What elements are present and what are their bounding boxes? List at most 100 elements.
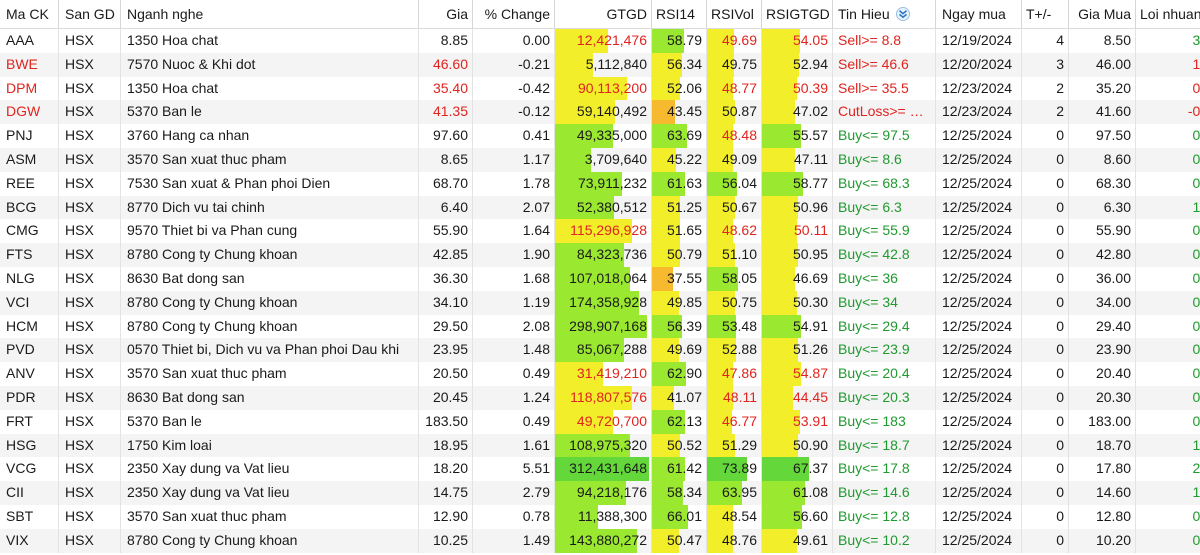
cell-rsivol-value: 49.75 — [721, 55, 757, 72]
cell-rsigtgd: 61.08 — [762, 481, 833, 505]
header-rsigtgd[interactable]: RSIGTGD — [762, 0, 833, 28]
header-change[interactable]: % Change — [473, 0, 555, 28]
cell-gia: 35.40 — [419, 76, 473, 101]
table-row[interactable]: HSG HSX 1750 Kim loai 18.95 1.61 108,975,320 5… — [0, 433, 1200, 458]
header-gia-mua[interactable]: Gia Mua — [1069, 0, 1136, 28]
cell-change: -0.21 — [473, 52, 555, 77]
cell-rsigtgd-value: 46.69 — [792, 269, 828, 286]
table-row[interactable]: BWE HSX 7570 Nuoc & Khi dot 46.60 -0.21 5,112… — [0, 52, 1200, 77]
cell-gtgd-value: 49,335,000 — [576, 127, 647, 144]
cell-t: 0 — [1022, 433, 1069, 458]
table-row[interactable]: VCG HSX 2350 Xay dung va Vat lieu 18.20 5.51… — [0, 457, 1200, 482]
header-rsivol[interactable]: RSIVol — [707, 0, 762, 28]
table-row[interactable]: ANV HSX 3570 San xuat thuc pham 20.50 0.49 31… — [0, 362, 1200, 386]
table-row[interactable]: FTS HSX 8780 Cong ty Chung khoan 42.85 1.90 8… — [0, 243, 1200, 267]
table-row[interactable]: SBT HSX 3570 San xuat thuc pham 12.90 0.78 11… — [0, 504, 1200, 529]
cell-change: 1.90 — [473, 243, 555, 267]
table-row[interactable]: CMG HSX 9570 Thiet bi va Phan cung 55.90 1.6… — [0, 219, 1200, 244]
header-nganh-nghe[interactable]: Nganh nghe — [121, 0, 419, 28]
cell-rsigtgd: 50.95 — [762, 243, 833, 267]
cell-rsi14: 37.55 — [652, 266, 707, 291]
header-tin-hieu[interactable]: Tin Hieu — [833, 0, 936, 28]
cell-rsigtgd-value: 49.61 — [792, 531, 828, 548]
cell-gia-mua: 12.80 — [1069, 504, 1136, 529]
table-row[interactable]: DPM HSX 1350 Hoa chat 35.40 -0.42 90,113,200 5… — [0, 76, 1200, 101]
header-ma-ck[interactable]: Ma CK — [0, 0, 59, 28]
cell-rsigtgd-value: 50.30 — [792, 293, 828, 310]
cell-ma-ck: CMG — [0, 219, 59, 244]
cell-loi-nhuan: 1.3 — [1192, 55, 1200, 72]
header-ngay-mua[interactable]: Ngay mua — [936, 0, 1022, 28]
cell-gia: 68.70 — [419, 171, 473, 196]
table-row[interactable]: CII HSX 2350 Xay dung va Vat lieu 14.75 2.79… — [0, 481, 1200, 505]
cell-rsi14: 62.90 — [652, 362, 707, 386]
cell-gia: 29.50 — [419, 314, 473, 339]
cell-ngay-mua: 12/25/2024 — [936, 362, 1022, 386]
cell-ngay-mua: 12/20/2024 — [936, 52, 1022, 77]
cell-nganh-nghe: 8630 Bat dong san — [121, 385, 419, 410]
table-row[interactable]: PVD HSX 0570 Thiet bi, Dich vu va Phan pho… — [0, 338, 1200, 363]
cell-loi-nhuan: -0.4 — [1187, 103, 1200, 120]
cell-gia-mua: 34.00 — [1069, 290, 1136, 315]
cell-loi-nhuan: 0.8 — [1192, 269, 1200, 286]
cell-gia-mua: 183.00 — [1069, 409, 1136, 434]
cell-t: 0 — [1022, 243, 1069, 267]
header-gtgd[interactable]: GTGD — [555, 0, 652, 28]
cell-gtgd-value: 5,112,840 — [585, 55, 647, 72]
cell-rsivol-value: 48.76 — [721, 531, 757, 548]
cell-rsi14: 62.13 — [652, 409, 707, 434]
table-row[interactable]: DGW HSX 5370 Ban le 41.35 -0.12 59,140,492 43.… — [0, 100, 1200, 125]
cell-rsi14: 56.39 — [652, 314, 707, 339]
cell-nganh-nghe: 5370 Ban le — [121, 409, 419, 434]
table-row[interactable]: AAA HSX 1350 Hoa chat 8.85 0.00 12,421,476 58.… — [0, 29, 1200, 53]
table-row[interactable]: VCI HSX 8780 Cong ty Chung khoan 34.10 1.19 1… — [0, 290, 1200, 315]
cell-san-gd: HSX — [59, 457, 121, 482]
table-row[interactable]: PDR HSX 8630 Bat dong san 20.45 1.24 118,807,… — [0, 385, 1200, 410]
cell-loi-nhuan: 1.3 — [1192, 436, 1200, 453]
table-row[interactable]: REE HSX 7530 San xuat & Phan phoi Dien 68.7… — [0, 171, 1200, 196]
cell-t: 0 — [1022, 290, 1069, 315]
table-row[interactable]: ASM HSX 3570 San xuat thuc pham 8.65 1.17 3,7… — [0, 147, 1200, 172]
cell-t: 0 — [1022, 385, 1069, 410]
header-rsi14[interactable]: RSI14 — [652, 0, 707, 28]
table-row[interactable]: NLG HSX 8630 Bat dong san 36.30 1.68 107,018,… — [0, 266, 1200, 291]
table-row[interactable]: FRT HSX 5370 Ban le 183.50 0.49 49,720,700 62.… — [0, 409, 1200, 434]
cell-rsigtgd-value: 50.90 — [792, 436, 828, 453]
cell-san-gd: HSX — [59, 76, 121, 101]
cell-rsivol: 48.48 — [707, 124, 762, 148]
double-chevron-down-icon[interactable] — [895, 7, 910, 21]
cell-san-gd: HSX — [59, 219, 121, 244]
cell-rsivol: 48.77 — [707, 76, 762, 101]
cell-rsigtgd-value: 44.45 — [792, 388, 828, 405]
table-row[interactable]: HCM HSX 8780 Cong ty Chung khoan 29.50 2.08 2… — [0, 314, 1200, 339]
cell-ngay-mua: 12/25/2024 — [936, 409, 1022, 434]
cell-rsigtgd-value: 61.08 — [792, 484, 828, 501]
cell-gia-mua: 35.20 — [1069, 76, 1136, 101]
cell-gtgd: 3,709,640 — [555, 147, 652, 172]
cell-rsigtgd-bar — [762, 266, 795, 291]
cell-gia-mua: 8.50 — [1069, 29, 1136, 53]
cell-rsivol: 50.67 — [707, 195, 762, 220]
cell-rsi14: 52.06 — [652, 76, 707, 101]
cell-gtgd-value: 11,388,300 — [577, 507, 647, 524]
cell-gtgd: 49,720,700 — [555, 409, 652, 434]
cell-rsigtgd: 49.61 — [762, 528, 833, 553]
header-san-gd[interactable]: San GD — [59, 0, 121, 28]
cell-ma-ck: REE — [0, 171, 59, 196]
cell-rsivol-value: 51.29 — [721, 436, 757, 453]
cell-rsigtgd-value: 50.96 — [792, 198, 828, 215]
header-t[interactable]: T+/- — [1022, 0, 1069, 28]
cell-ngay-mua: 12/23/2024 — [936, 76, 1022, 101]
cell-rsigtgd-value: 54.91 — [792, 317, 828, 334]
header-loi-nhuan[interactable]: Loi nhuan % — [1136, 0, 1200, 28]
cell-nganh-nghe: 2350 Xay dung va Vat lieu — [121, 457, 419, 482]
header-gia[interactable]: Gia — [419, 0, 473, 28]
table-row[interactable]: BCG HSX 8770 Dich vu tai chinh 6.40 2.07 52,3… — [0, 195, 1200, 220]
cell-tin-hieu: CutLoss>= 41.4 — [833, 100, 936, 125]
table-row[interactable]: VIX HSX 8780 Cong ty Chung khoan 10.25 1.49 1… — [0, 528, 1200, 553]
cell-rsivol: 51.29 — [707, 433, 762, 458]
cell-tin-hieu: Buy<= 23.9 — [833, 338, 936, 363]
cell-tin-hieu: Buy<= 18.7 — [833, 433, 936, 458]
cell-gtgd: 73,911,232 — [555, 171, 652, 196]
table-row[interactable]: PNJ HSX 3760 Hang ca nhan 97.60 0.41 49,335,0… — [0, 124, 1200, 148]
